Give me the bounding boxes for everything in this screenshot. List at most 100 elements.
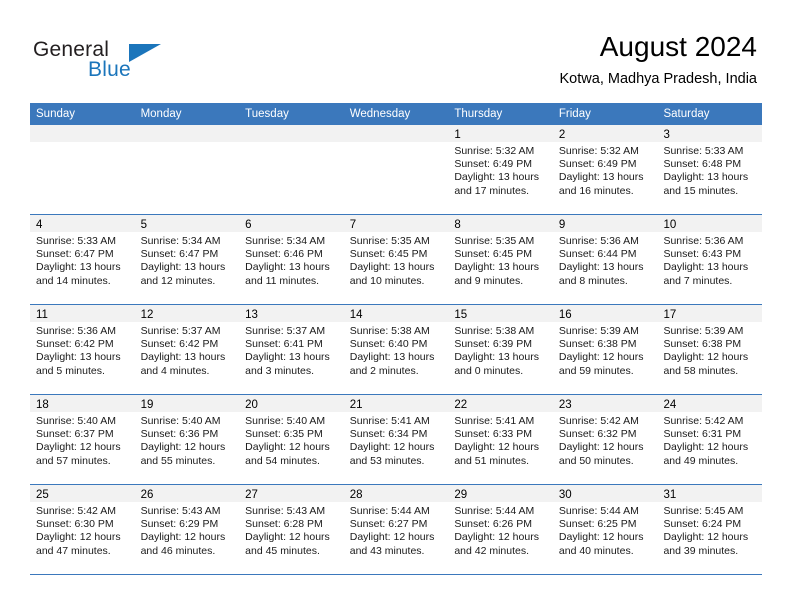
day-number-bar: 7	[343, 215, 449, 232]
day-cell[interactable]: 31 Sunrise: 5:45 AM Sunset: 6:24 PM Dayl…	[657, 485, 763, 574]
day-cell[interactable]: 9 Sunrise: 5:36 AM Sunset: 6:44 PM Dayli…	[552, 215, 658, 304]
day-info: Sunrise: 5:34 AM Sunset: 6:46 PM Dayligh…	[239, 232, 344, 288]
logo-triangle-icon	[129, 44, 161, 62]
daylight-text-line2: and 8 minutes.	[558, 274, 628, 287]
day-cell[interactable]: 8 Sunrise: 5:35 AM Sunset: 6:45 PM Dayli…	[448, 215, 553, 304]
daylight-text-line2: and 39 minutes.	[663, 544, 739, 557]
daylight-text-line1: Daylight: 12 hours	[349, 531, 435, 544]
day-info: Sunrise: 5:42 AM Sunset: 6:32 PM Dayligh…	[553, 412, 658, 468]
day-info: Sunrise: 5:45 AM Sunset: 6:24 PM Dayligh…	[657, 502, 762, 558]
daylight-text-line1: Daylight: 12 hours	[663, 351, 749, 364]
daylight-text-line1: Daylight: 12 hours	[36, 441, 121, 454]
day-cell[interactable]: 28 Sunrise: 5:44 AM Sunset: 6:27 PM Dayl…	[343, 485, 449, 574]
sunset-text: Sunset: 6:37 PM	[36, 428, 114, 441]
day-cell[interactable]	[239, 125, 344, 214]
day-info: Sunrise: 5:33 AM Sunset: 6:47 PM Dayligh…	[30, 232, 135, 288]
day-cell[interactable]: 1 Sunrise: 5:32 AM Sunset: 6:49 PM Dayli…	[448, 125, 553, 214]
day-number-bar: 29	[448, 485, 553, 502]
day-cell[interactable]: 25 Sunrise: 5:42 AM Sunset: 6:30 PM Dayl…	[30, 485, 135, 574]
daylight-text-line1: Daylight: 12 hours	[558, 531, 644, 544]
day-number-bar	[134, 125, 240, 142]
daylight-text-line1: Daylight: 13 hours	[558, 171, 644, 184]
day-number: 13	[245, 309, 258, 321]
general-blue-logo[interactable]: General Blue	[33, 38, 213, 84]
day-cell[interactable]: 12 Sunrise: 5:37 AM Sunset: 6:42 PM Dayl…	[134, 305, 240, 394]
day-cell[interactable]: 7 Sunrise: 5:35 AM Sunset: 6:45 PM Dayli…	[343, 215, 449, 304]
day-cell[interactable]: 13 Sunrise: 5:37 AM Sunset: 6:41 PM Dayl…	[239, 305, 344, 394]
sunset-text: Sunset: 6:45 PM	[349, 248, 428, 261]
daylight-text-line2: and 59 minutes.	[558, 364, 634, 377]
day-info: Sunrise: 5:38 AM Sunset: 6:39 PM Dayligh…	[448, 322, 553, 378]
day-cell[interactable]: 27 Sunrise: 5:43 AM Sunset: 6:28 PM Dayl…	[239, 485, 344, 574]
day-cell[interactable]: 26 Sunrise: 5:43 AM Sunset: 6:29 PM Dayl…	[134, 485, 240, 574]
day-cell[interactable]: 2 Sunrise: 5:32 AM Sunset: 6:49 PM Dayli…	[552, 125, 658, 214]
day-number-bar	[239, 125, 344, 142]
sunrise-text: Sunrise: 5:32 AM	[454, 145, 535, 157]
day-info: Sunrise: 5:41 AM Sunset: 6:34 PM Dayligh…	[344, 412, 449, 468]
sunset-text: Sunset: 6:48 PM	[663, 158, 742, 171]
day-cell[interactable]: 17 Sunrise: 5:39 AM Sunset: 6:38 PM Dayl…	[657, 305, 763, 394]
day-cell[interactable]: 6 Sunrise: 5:34 AM Sunset: 6:46 PM Dayli…	[239, 215, 344, 304]
day-number: 25	[36, 489, 49, 501]
day-info: Sunrise: 5:40 AM Sunset: 6:37 PM Dayligh…	[30, 412, 135, 468]
sunrise-text: Sunrise: 5:43 AM	[140, 505, 221, 517]
day-number: 26	[140, 489, 154, 501]
day-cell[interactable]: 30 Sunrise: 5:44 AM Sunset: 6:25 PM Dayl…	[552, 485, 658, 574]
day-info: Sunrise: 5:44 AM Sunset: 6:26 PM Dayligh…	[448, 502, 553, 558]
day-number-bar: 17	[657, 305, 763, 322]
daylight-text-line2: and 4 minutes.	[140, 364, 210, 377]
day-cell[interactable]: 24 Sunrise: 5:42 AM Sunset: 6:31 PM Dayl…	[657, 395, 763, 484]
daylight-text-line2: and 5 minutes.	[36, 364, 105, 377]
sunset-text: Sunset: 6:43 PM	[663, 248, 742, 261]
sunrise-text: Sunrise: 5:36 AM	[663, 235, 744, 247]
day-cell[interactable]	[343, 125, 449, 214]
day-info: Sunrise: 5:39 AM Sunset: 6:38 PM Dayligh…	[657, 322, 762, 378]
sunrise-text: Sunrise: 5:41 AM	[349, 415, 430, 427]
day-number-bar: 26	[134, 485, 240, 502]
day-number: 6	[245, 219, 252, 231]
day-cell[interactable]	[134, 125, 240, 214]
daylight-text-line2: and 40 minutes.	[558, 544, 634, 557]
day-cell[interactable]: 19 Sunrise: 5:40 AM Sunset: 6:36 PM Dayl…	[134, 395, 240, 484]
daylight-text-line1: Daylight: 13 hours	[454, 351, 539, 364]
sunset-text: Sunset: 6:33 PM	[454, 428, 532, 441]
day-cell[interactable]: 11 Sunrise: 5:36 AM Sunset: 6:42 PM Dayl…	[30, 305, 135, 394]
day-cell[interactable]: 18 Sunrise: 5:40 AM Sunset: 6:37 PM Dayl…	[30, 395, 135, 484]
weekday-monday: Monday	[140, 108, 182, 120]
sunrise-text: Sunrise: 5:39 AM	[663, 325, 744, 337]
sunrise-text: Sunrise: 5:42 AM	[558, 415, 639, 427]
day-cell[interactable]: 23 Sunrise: 5:42 AM Sunset: 6:32 PM Dayl…	[552, 395, 658, 484]
day-cell[interactable]: 4 Sunrise: 5:33 AM Sunset: 6:47 PM Dayli…	[30, 215, 135, 304]
day-cell[interactable]: 20 Sunrise: 5:40 AM Sunset: 6:35 PM Dayl…	[239, 395, 344, 484]
day-cell[interactable]: 29 Sunrise: 5:44 AM Sunset: 6:26 PM Dayl…	[448, 485, 553, 574]
daylight-text-line2: and 42 minutes.	[454, 544, 530, 557]
sunrise-text: Sunrise: 5:44 AM	[558, 505, 639, 517]
day-cell[interactable]: 16 Sunrise: 5:39 AM Sunset: 6:38 PM Dayl…	[552, 305, 658, 394]
day-number-bar: 2	[552, 125, 658, 142]
day-number-bar: 6	[239, 215, 344, 232]
page-header: General Blue August 2024 Kotwa, Madhya P…	[0, 0, 792, 100]
day-cell[interactable]	[30, 125, 135, 214]
day-cell[interactable]: 15 Sunrise: 5:38 AM Sunset: 6:39 PM Dayl…	[448, 305, 553, 394]
calendar-week-row: 4 Sunrise: 5:33 AM Sunset: 6:47 PM Dayli…	[30, 214, 763, 304]
weekday-saturday: Saturday	[663, 108, 710, 120]
day-number-bar: 31	[657, 485, 763, 502]
day-number: 8	[454, 219, 461, 231]
day-info: Sunrise: 5:38 AM Sunset: 6:40 PM Dayligh…	[344, 322, 449, 378]
day-cell[interactable]: 14 Sunrise: 5:38 AM Sunset: 6:40 PM Dayl…	[343, 305, 449, 394]
daylight-text-line2: and 43 minutes.	[349, 544, 425, 557]
day-cell[interactable]: 5 Sunrise: 5:34 AM Sunset: 6:47 PM Dayli…	[134, 215, 240, 304]
daylight-text-line1: Daylight: 12 hours	[36, 531, 121, 544]
day-cell[interactable]: 3 Sunrise: 5:33 AM Sunset: 6:48 PM Dayli…	[657, 125, 763, 214]
sunrise-text: Sunrise: 5:40 AM	[245, 415, 326, 427]
day-cell[interactable]: 21 Sunrise: 5:41 AM Sunset: 6:34 PM Dayl…	[343, 395, 449, 484]
sunrise-text: Sunrise: 5:40 AM	[36, 415, 116, 427]
daylight-text-line2: and 50 minutes.	[558, 454, 634, 467]
day-number: 14	[349, 309, 363, 321]
daylight-text-line2: and 16 minutes.	[558, 184, 634, 197]
day-cell[interactable]: 10 Sunrise: 5:36 AM Sunset: 6:43 PM Dayl…	[657, 215, 763, 304]
day-info: Sunrise: 5:41 AM Sunset: 6:33 PM Dayligh…	[448, 412, 553, 468]
day-number: 20	[245, 399, 258, 411]
sunrise-text: Sunrise: 5:36 AM	[36, 325, 116, 337]
day-cell[interactable]: 22 Sunrise: 5:41 AM Sunset: 6:33 PM Dayl…	[448, 395, 553, 484]
